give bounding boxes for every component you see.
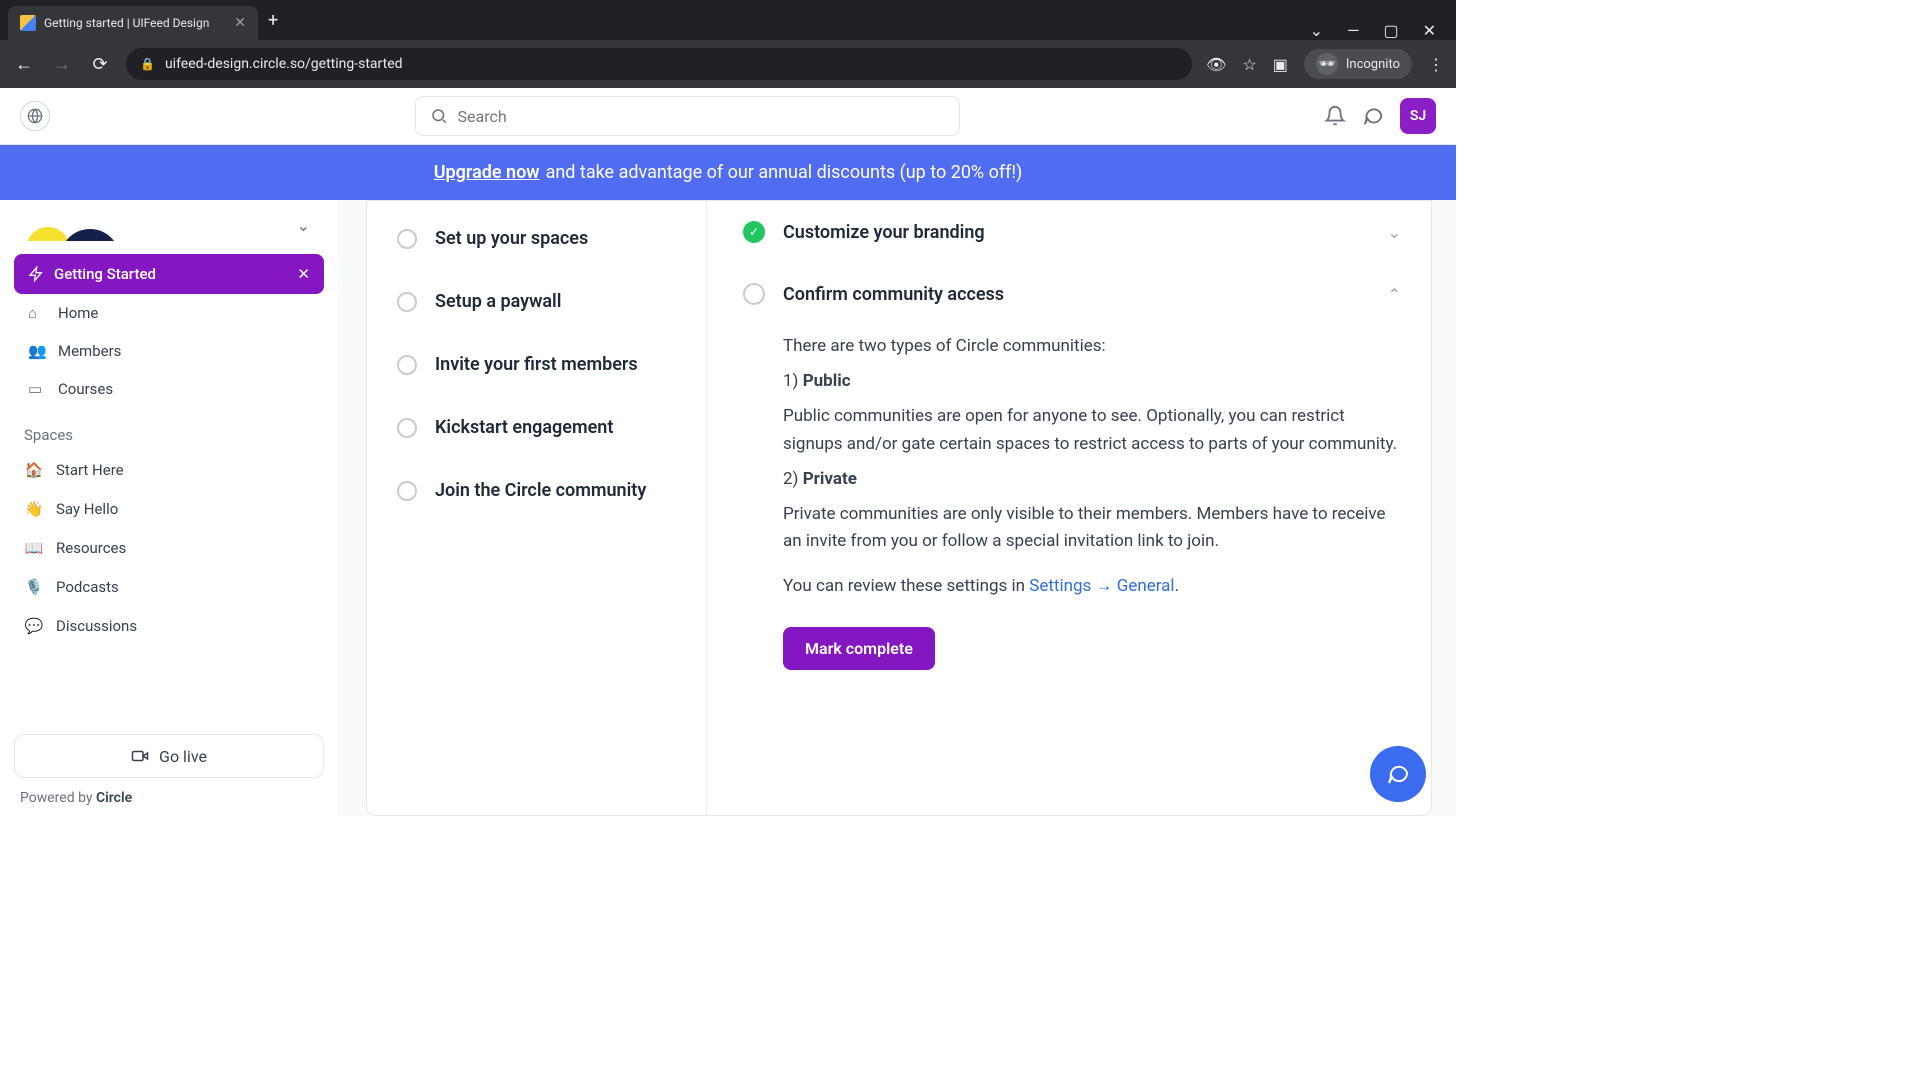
step-kickstart[interactable]: Kickstart engagement: [367, 396, 706, 459]
incognito-icon: 🕶: [1316, 53, 1338, 75]
chevron-down-icon[interactable]: ⌄: [297, 216, 310, 235]
house-icon: 🏠: [24, 461, 44, 479]
incognito-label: Incognito: [1346, 57, 1400, 72]
nav-courses[interactable]: ▭Courses: [14, 370, 324, 408]
chevron-down-icon: ⌄: [1388, 223, 1401, 242]
search-icon: [430, 107, 448, 125]
space-start-here[interactable]: 🏠Start Here: [14, 450, 324, 489]
browser-tab[interactable]: Getting started | UIFeed Design ✕: [8, 6, 258, 40]
radio-unchecked-icon: [397, 229, 417, 249]
onboarding-card: Set up your spaces Setup a paywall Invit…: [366, 200, 1432, 816]
star-icon[interactable]: ☆: [1242, 55, 1256, 74]
address-bar[interactable]: 🔒 uifeed-design.circle.so/getting-starte…: [126, 48, 1192, 80]
step-join-community[interactable]: Join the Circle community: [367, 459, 706, 522]
steps-list: Set up your spaces Setup a paywall Invit…: [367, 201, 707, 815]
go-live-button[interactable]: Go live: [14, 734, 324, 778]
getting-started-pill[interactable]: Getting Started ✕: [14, 254, 324, 294]
back-button[interactable]: ←: [12, 54, 36, 75]
globe-icon: [27, 108, 43, 124]
mic-icon: 🎙️: [24, 578, 44, 596]
close-icon[interactable]: ✕: [297, 265, 310, 283]
section-branding[interactable]: ✓ Customize your branding ⌄: [743, 201, 1401, 263]
radio-unchecked-icon: [397, 418, 417, 438]
check-circle-icon: ✓: [743, 221, 765, 243]
window-controls: ⌄ ― ▢ ✕: [1290, 21, 1456, 40]
mark-complete-button[interactable]: Mark complete: [783, 627, 935, 670]
sidebar: ⌄ Getting Started ✕ ⌂Home 👥Members ▭Cour…: [0, 200, 338, 816]
space-discussions[interactable]: 💬Discussions: [14, 606, 324, 645]
globe-button[interactable]: [20, 101, 50, 131]
nav-home[interactable]: ⌂Home: [14, 294, 324, 332]
app-header: SJ: [0, 88, 1456, 145]
speech-icon: 💬: [24, 617, 44, 635]
step-invite-members[interactable]: Invite your first members: [367, 333, 706, 396]
url-text: uifeed-design.circle.so/getting-started: [165, 56, 403, 72]
video-icon: [131, 747, 149, 765]
lightning-icon: [28, 266, 44, 282]
community-logo[interactable]: [20, 211, 120, 241]
settings-general-link[interactable]: Settings → General: [1029, 576, 1174, 596]
browser-toolbar: ← → ⟳ 🔒 uifeed-design.circle.so/getting-…: [0, 40, 1456, 88]
close-icon[interactable]: ✕: [234, 15, 246, 31]
book-icon: 📖: [24, 539, 44, 557]
search-field[interactable]: [415, 96, 960, 136]
forward-button[interactable]: →: [50, 54, 74, 75]
space-podcasts[interactable]: 🎙️Podcasts: [14, 567, 324, 606]
promo-banner: Upgrade now and take advantage of our an…: [0, 145, 1456, 200]
chat-fab[interactable]: [1370, 746, 1426, 802]
chat-icon[interactable]: [1362, 105, 1384, 127]
radio-unchecked-icon: [743, 283, 765, 305]
kebab-menu-icon[interactable]: ⋮: [1428, 55, 1444, 74]
section-access[interactable]: Confirm community access ⌃: [743, 263, 1401, 325]
tabs-dropdown-icon[interactable]: ⌄: [1310, 21, 1323, 40]
nav-members[interactable]: 👥Members: [14, 332, 324, 370]
courses-icon: ▭: [28, 380, 46, 398]
main-content: Set up your spaces Setup a paywall Invit…: [338, 200, 1456, 816]
eye-off-icon[interactable]: 👁: [1206, 55, 1226, 74]
minimize-icon[interactable]: ―: [1347, 21, 1360, 40]
banner-text: and take advantage of our annual discoun…: [546, 162, 1023, 183]
browser-tab-strip: Getting started | UIFeed Design ✕ + ⌄ ― …: [0, 0, 1456, 40]
wave-icon: 👋: [24, 500, 44, 518]
powered-by: Powered by Circle: [14, 778, 324, 806]
tab-favicon-icon: [20, 15, 36, 31]
step-setup-paywall[interactable]: Setup a paywall: [367, 270, 706, 333]
radio-unchecked-icon: [397, 355, 417, 375]
step-setup-spaces[interactable]: Set up your spaces: [367, 207, 706, 270]
incognito-badge[interactable]: 🕶 Incognito: [1304, 49, 1412, 79]
upgrade-link[interactable]: Upgrade now: [434, 162, 540, 183]
tab-title: Getting started | UIFeed Design: [44, 16, 226, 30]
radio-unchecked-icon: [397, 481, 417, 501]
section-access-body: There are two types of Circle communitie…: [743, 333, 1401, 670]
step-detail: ✓ Customize your branding ⌄ Confirm comm…: [707, 201, 1431, 815]
chat-bubble-icon: [1386, 762, 1410, 786]
home-icon: ⌂: [28, 304, 46, 322]
radio-unchecked-icon: [397, 292, 417, 312]
panel-icon[interactable]: ▣: [1273, 55, 1288, 74]
reload-button[interactable]: ⟳: [88, 54, 112, 75]
bell-icon[interactable]: [1324, 105, 1346, 127]
members-icon: 👥: [28, 342, 46, 360]
search-input[interactable]: [458, 107, 945, 126]
space-say-hello[interactable]: 👋Say Hello: [14, 489, 324, 528]
chevron-up-icon: ⌃: [1388, 285, 1401, 304]
window-close-icon[interactable]: ✕: [1423, 21, 1436, 40]
new-tab-button[interactable]: +: [258, 10, 288, 31]
spaces-heading: Spaces: [14, 408, 324, 450]
lock-icon: 🔒: [140, 57, 155, 71]
maximize-icon[interactable]: ▢: [1383, 21, 1398, 40]
avatar[interactable]: SJ: [1400, 98, 1436, 134]
space-resources[interactable]: 📖Resources: [14, 528, 324, 567]
